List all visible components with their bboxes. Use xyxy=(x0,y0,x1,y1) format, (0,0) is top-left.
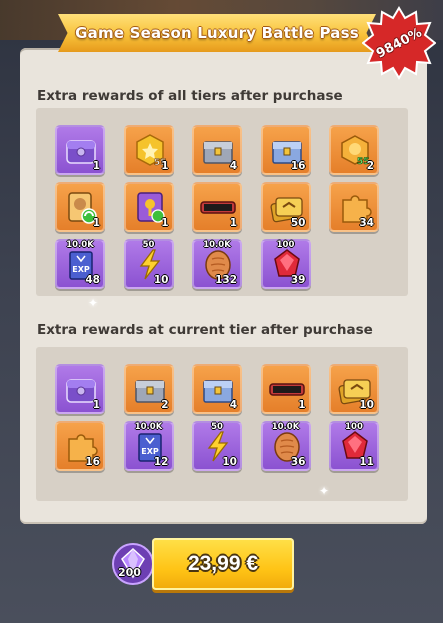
reward-quantity: 1 xyxy=(229,217,237,229)
reward-tile[interactable]: EXP 10.0K 48 xyxy=(55,239,105,289)
reward-quantity: 10 xyxy=(153,274,169,286)
reward-amount: 50 xyxy=(211,422,223,432)
reward-tile[interactable]: 1 xyxy=(123,182,174,232)
price-label: 23,99 € xyxy=(187,552,259,575)
reward-quantity: 36 xyxy=(290,456,306,468)
sparkle-icon: ✦ xyxy=(88,296,99,310)
reward-tile[interactable]: EXP 10.0K 12 xyxy=(123,421,174,471)
reward-amount: 10.0K xyxy=(203,240,231,250)
reward-quantity: 4 xyxy=(229,160,237,172)
reward-amount: 10.0K xyxy=(271,422,300,432)
reward-amount: 100 xyxy=(276,240,295,250)
purple-gem-icon xyxy=(110,541,156,587)
reward-quantity: 10 xyxy=(359,399,374,411)
reward-tile[interactable]: 1 xyxy=(192,182,242,232)
section-title-current-tier: Extra rewards at current tier after purc… xyxy=(37,322,373,338)
gem-quantity: 200 xyxy=(118,566,141,579)
reward-tile[interactable]: 50 10 xyxy=(123,239,174,289)
reward-tile[interactable]: 1 xyxy=(55,125,105,175)
reward-quantity: 39 xyxy=(290,274,306,286)
sparkle-icon: ✦ xyxy=(319,484,330,498)
reward-tile[interactable]: 16 xyxy=(260,125,311,175)
reward-tile[interactable]: 10.0K 36 xyxy=(260,421,311,471)
purchase-button[interactable]: 23,99 € xyxy=(152,538,294,590)
svg-text:EXP: EXP xyxy=(141,447,159,456)
reward-quantity: 1 xyxy=(92,217,100,229)
reward-quantity: 34 xyxy=(359,217,374,229)
reward-quantity: 48 xyxy=(85,274,100,286)
reward-quantity: 12 xyxy=(153,456,169,468)
reward-quantity: 16 xyxy=(290,160,306,172)
reward-tile[interactable]: 10 xyxy=(329,364,379,414)
reward-tile[interactable]: 55 2 xyxy=(329,125,379,175)
reward-quantity: 1 xyxy=(298,399,306,411)
reward-quantity: 2 xyxy=(366,160,374,172)
discount-badge: 9840% xyxy=(362,6,436,80)
reward-quantity: 4 xyxy=(229,399,237,411)
reward-quantity: 1 xyxy=(92,160,100,172)
reward-tile[interactable]: 10.0K 132 xyxy=(192,239,242,289)
reward-tile[interactable]: 2 xyxy=(123,364,174,414)
reward-amount: 100 xyxy=(345,422,363,432)
reward-tile[interactable]: 34 xyxy=(329,182,379,232)
reward-quantity: 50 xyxy=(290,217,306,229)
reward-quantity: 10 xyxy=(222,456,237,468)
reward-tile[interactable]: 55 1 xyxy=(123,125,174,175)
reward-tile[interactable]: 100 11 xyxy=(329,421,379,471)
reward-tile[interactable]: 100 39 xyxy=(260,239,311,289)
reward-quantity: 1 xyxy=(161,160,169,172)
reward-tile[interactable]: 50 10 xyxy=(192,421,242,471)
reward-quantity: 16 xyxy=(85,456,100,468)
reward-tile[interactable]: 1 xyxy=(55,182,105,232)
reward-amount: 50 xyxy=(142,240,155,250)
reward-quantity: 132 xyxy=(215,274,237,286)
svg-text:EXP: EXP xyxy=(72,265,90,274)
reward-quantity: 1 xyxy=(161,217,169,229)
reward-quantity: 1 xyxy=(92,399,100,411)
reward-tile[interactable]: 16 xyxy=(55,421,105,471)
reward-tile[interactable]: 50 xyxy=(260,182,311,232)
reward-amount: 10.0K xyxy=(66,240,94,250)
reward-quantity: 11 xyxy=(359,456,374,468)
reward-amount: 10.0K xyxy=(134,422,163,432)
banner-title: Game Season Luxury Battle Pass xyxy=(75,24,359,42)
reward-tile[interactable]: 1 xyxy=(55,364,105,414)
reward-tile[interactable]: 4 xyxy=(192,125,242,175)
section-title-all-tiers: Extra rewards of all tiers after purchas… xyxy=(37,88,343,104)
reward-tile[interactable]: 4 xyxy=(192,364,242,414)
reward-quantity: 2 xyxy=(161,399,169,411)
reward-tile[interactable]: 1 xyxy=(260,364,311,414)
